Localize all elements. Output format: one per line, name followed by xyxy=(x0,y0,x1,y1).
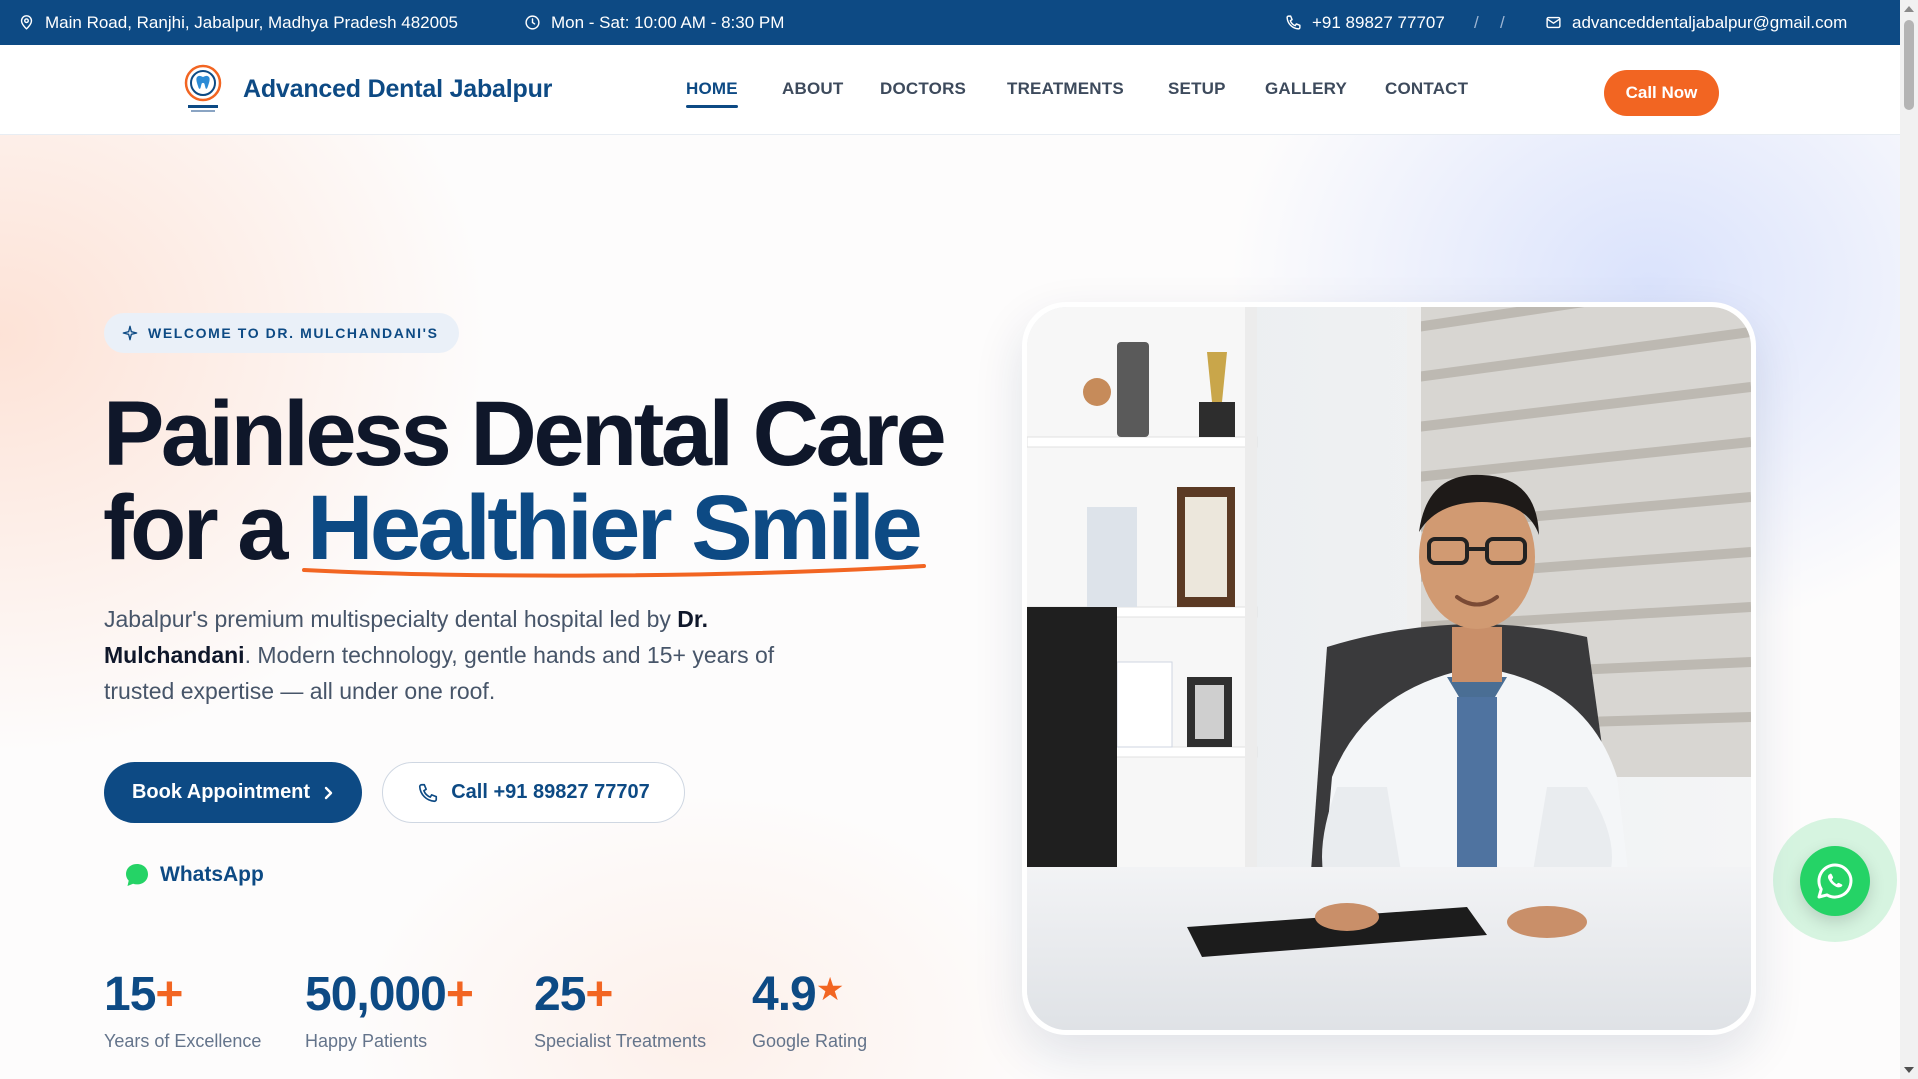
hero-title-line-1: Painless Dental Care xyxy=(103,383,947,485)
stat-treatments: 25+ Specialist Treatments xyxy=(534,968,706,1052)
whatsapp-icon xyxy=(1817,863,1853,899)
separator: / xyxy=(1474,13,1479,32)
book-appointment-label: Book Appointment xyxy=(131,781,311,803)
mail-icon xyxy=(1546,16,1561,29)
phone-icon xyxy=(419,783,438,802)
stat-value: 15 xyxy=(104,968,156,1021)
phone-text[interactable]: +91 89827 77707 xyxy=(1312,13,1445,33)
hours-text: Mon - Sat: 10:00 AM - 8:30 PM xyxy=(551,12,785,32)
stat-label: Google Rating xyxy=(752,1031,868,1051)
stat-label: Specialist Treatments xyxy=(534,1031,707,1051)
separator: / xyxy=(1500,13,1505,32)
stat-suffix: + xyxy=(585,968,613,1021)
site-header: Advanced Dental Jabalpur HOME ABOUT DOCT… xyxy=(0,45,1900,135)
stat-label: Happy Patients xyxy=(305,1031,428,1051)
hero-description: Jabalpur's premium multispecialty dental… xyxy=(104,601,844,709)
email-text[interactable]: advanceddentaljabalpur@gmail.com xyxy=(1572,13,1847,33)
page-scrollbar[interactable] xyxy=(1900,0,1918,1079)
stat-value: 50,000 xyxy=(305,968,447,1021)
call-now-button[interactable]: Call Now xyxy=(1604,70,1719,116)
stat-suffix: + xyxy=(445,968,474,1021)
title-underline-decoration xyxy=(302,564,926,578)
sparkle-icon xyxy=(122,325,138,341)
call-phone-button[interactable]: Call +91 89827 77707 xyxy=(382,762,685,823)
clock-icon xyxy=(525,15,540,30)
map-pin-icon xyxy=(20,15,33,30)
doctor-photo-frame xyxy=(1022,302,1756,1035)
stat-value: 25 xyxy=(534,968,586,1021)
welcome-badge-text: WELCOME TO DR. MULCHANDANI'S xyxy=(148,325,439,341)
hours-info: Mon - Sat: 10:00 AM - 8:30 PM xyxy=(524,0,784,45)
stat-years: 15+ Years of Excellence xyxy=(104,968,261,1052)
stat-value: 4.9 xyxy=(752,968,817,1021)
stat-patients: 50,000+ Happy Patients xyxy=(305,968,474,1052)
stat-suffix: + xyxy=(155,968,183,1021)
whatsapp-float-button[interactable] xyxy=(1800,846,1870,916)
hero-description-part-1: Jabalpur's premium multispecialty dental… xyxy=(104,606,671,632)
phone-link[interactable]: +91 89827 77707 xyxy=(1285,0,1445,45)
brand-name[interactable]: Advanced Dental Jabalpur xyxy=(243,75,552,104)
chevron-right-icon xyxy=(324,786,333,799)
scroll-up-arrow-icon[interactable] xyxy=(1904,6,1914,12)
call-phone-label: Call +91 89827 77707 xyxy=(451,781,650,803)
book-appointment-button[interactable]: Book Appointment xyxy=(104,762,362,823)
phone-icon xyxy=(1286,15,1301,30)
scroll-down-arrow-icon[interactable] xyxy=(1904,1067,1914,1073)
welcome-badge: WELCOME TO DR. MULCHANDANI'S xyxy=(104,313,459,353)
top-info-bar: Main Road, Ranjhi, Jabalpur, Madhya Prad… xyxy=(0,0,1900,45)
stat-rating: 4.9★ Google Rating xyxy=(752,968,867,1052)
nav-about[interactable]: ABOUT xyxy=(782,79,843,99)
scrollbar-thumb[interactable] xyxy=(1904,20,1914,110)
nav-treatments[interactable]: TREATMENTS xyxy=(1007,79,1124,99)
whatsapp-bubble-icon xyxy=(126,864,148,886)
doctor-photo xyxy=(1027,307,1751,1030)
address-info: Main Road, Ranjhi, Jabalpur, Madhya Prad… xyxy=(18,0,458,45)
clinic-logo-icon[interactable] xyxy=(180,63,226,115)
hero-title-prefix: for a xyxy=(103,477,288,579)
nav-home[interactable]: HOME xyxy=(686,79,738,108)
whatsapp-link-label: WhatsApp xyxy=(160,863,264,886)
nav-doctors[interactable]: DOCTORS xyxy=(880,79,966,99)
stat-label: Years of Excellence xyxy=(104,1031,262,1051)
nav-gallery[interactable]: GALLERY xyxy=(1265,79,1347,99)
star-icon: ★ xyxy=(815,971,845,1007)
whatsapp-link[interactable]: WhatsApp xyxy=(124,860,264,890)
nav-contact[interactable]: CONTACT xyxy=(1385,79,1468,99)
doctor-office-illustration xyxy=(1027,307,1751,1030)
nav-setup[interactable]: SETUP xyxy=(1168,79,1226,99)
address-text: Main Road, Ranjhi, Jabalpur, Madhya Prad… xyxy=(45,12,458,32)
hero-section: WELCOME TO DR. MULCHANDANI'S Painless De… xyxy=(0,135,1900,1079)
email-link[interactable]: advanceddentaljabalpur@gmail.com xyxy=(1545,0,1847,45)
